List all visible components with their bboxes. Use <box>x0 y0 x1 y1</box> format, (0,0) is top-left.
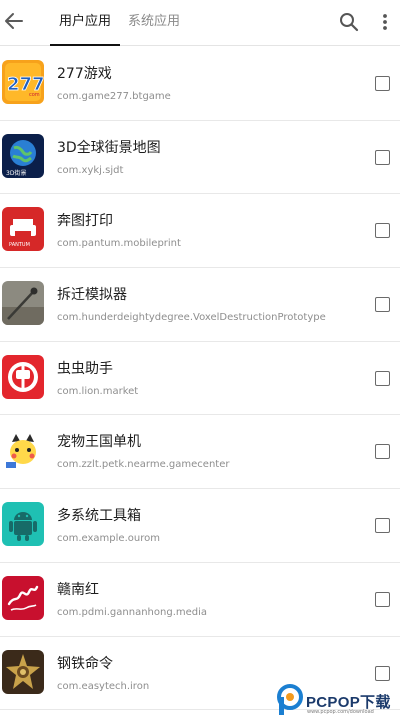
tab-system-apps-label: 系统应用 <box>127 14 180 29</box>
pet-kingdom-icon <box>2 428 44 473</box>
app-package: com.pantum.mobileprint <box>57 238 181 250</box>
active-tab-indicator <box>50 44 120 46</box>
app-list-item[interactable]: 虫虫助手 com.lion.market <box>0 342 400 416</box>
app-list-item[interactable]: PANTUM 奔图打印 com.pantum.mobileprint <box>0 194 400 269</box>
pcpop-logo-icon <box>276 683 306 717</box>
app-name: 宠物王国单机 <box>57 434 141 451</box>
app-checkbox[interactable] <box>375 665 390 681</box>
app-checkbox[interactable] <box>375 297 390 313</box>
pcpop-watermark: PCPOP下载 www.pcpop.com/download <box>276 683 398 717</box>
277-game-icon: 277 com <box>2 60 44 104</box>
svg-text:com: com <box>29 92 40 98</box>
app-list: 277 com 277游戏 com.game277.btgame 3D街景 3D全… <box>0 47 400 711</box>
app-checkbox[interactable] <box>375 444 390 460</box>
back-arrow-icon[interactable] <box>2 9 26 33</box>
app-checkbox[interactable] <box>375 149 390 165</box>
app-list-item[interactable]: 多系统工具箱 com.example.ourom <box>0 489 400 563</box>
iron-command-icon <box>2 649 44 694</box>
printer-icon: PANTUM <box>2 207 44 252</box>
tab-user-apps[interactable]: 用户应用 <box>50 0 120 46</box>
demolition-icon <box>2 281 44 326</box>
app-package: com.hunderdeightydegree.VoxelDestruction… <box>57 312 326 324</box>
search-icon[interactable] <box>338 11 360 33</box>
app-name: 虫虫助手 <box>57 360 113 377</box>
app-checkbox[interactable] <box>375 76 390 91</box>
app-name: 3D全球街景地图 <box>57 139 161 156</box>
app-list-item[interactable]: 拆迁模拟器 com.hunderdeightydegree.VoxelDestr… <box>0 268 400 342</box>
app-list-item[interactable]: 赣南红 com.pdmi.gannanhong.media <box>0 563 400 637</box>
app-checkbox[interactable] <box>375 518 390 534</box>
app-name: 奔图打印 <box>57 213 113 230</box>
app-package: com.lion.market <box>57 385 139 397</box>
app-name: 赣南红 <box>57 581 99 598</box>
svg-text:3D街景: 3D街景 <box>6 169 26 177</box>
app-package: com.xykj.sjdt <box>57 164 124 176</box>
tab-user-apps-label: 用户应用 <box>58 14 111 29</box>
app-bar: 用户应用 系统应用 <box>0 0 400 46</box>
app-name: 拆迁模拟器 <box>57 287 127 304</box>
android-toolbox-icon <box>2 502 44 547</box>
app-package: com.pdmi.gannanhong.media <box>57 606 208 618</box>
app-name: 多系统工具箱 <box>57 508 141 525</box>
watermark-subtext: www.pcpop.com/download <box>307 709 374 715</box>
app-list-item[interactable]: 宠物王国单机 com.zzlt.petk.nearme.gamecenter <box>0 415 400 490</box>
app-checkbox[interactable] <box>375 591 390 607</box>
app-package: com.example.ourom <box>57 533 160 545</box>
app-list-item[interactable]: 277 com 277游戏 com.game277.btgame <box>0 47 400 121</box>
globe-street-map-icon: 3D街景 <box>2 133 44 178</box>
app-package: com.zzlt.petk.nearme.gamecenter <box>57 459 230 471</box>
gannanhong-icon <box>2 575 44 620</box>
app-package: com.game277.btgame <box>57 91 171 102</box>
app-checkbox[interactable] <box>375 370 390 386</box>
app-checkbox[interactable] <box>375 223 390 239</box>
app-package: com.easytech.iron <box>57 680 150 692</box>
tab-system-apps[interactable]: 系统应用 <box>125 0 183 46</box>
app-name: 钢铁命令 <box>57 655 113 672</box>
app-name: 277游戏 <box>57 66 112 82</box>
more-options-icon[interactable] <box>375 11 395 33</box>
chongchong-icon <box>2 354 44 399</box>
app-list-item[interactable]: 3D街景 3D全球街景地图 com.xykj.sjdt <box>0 121 400 195</box>
svg-text:PANTUM: PANTUM <box>9 242 30 248</box>
